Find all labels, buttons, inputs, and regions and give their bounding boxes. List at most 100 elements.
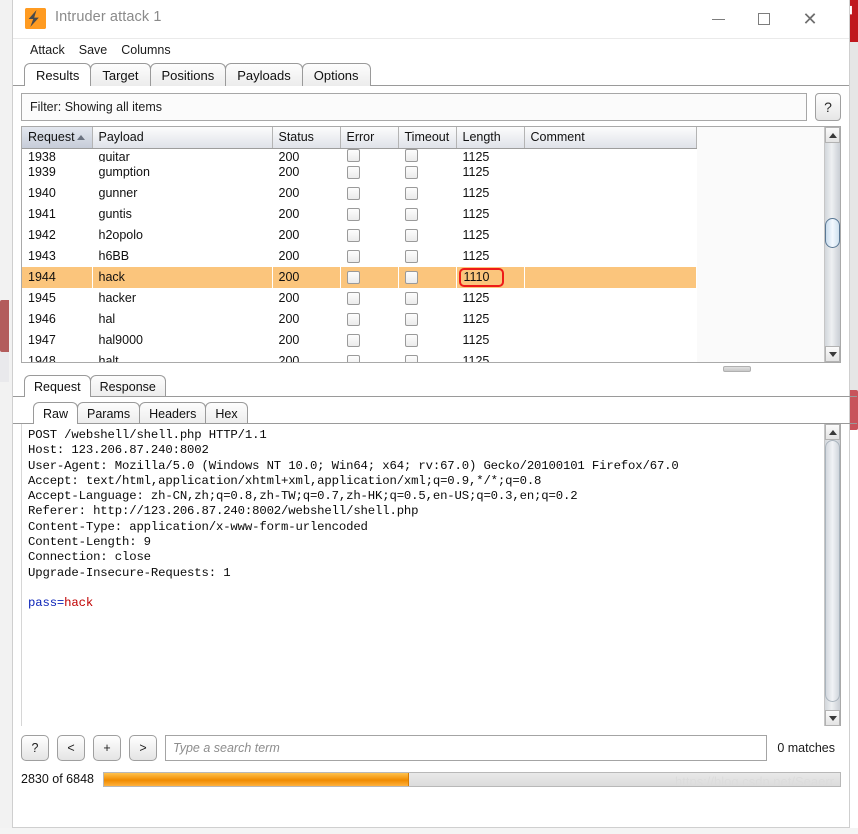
editor-scroll-up-button[interactable] [825, 424, 840, 440]
table-row[interactable]: 1945 hacker 200 1125 [22, 287, 697, 309]
filter-bar[interactable]: Filter: Showing all items [21, 93, 807, 121]
tab-payloads[interactable]: Payloads [225, 63, 303, 86]
maximize-button[interactable] [741, 0, 787, 38]
raw-request-text[interactable]: POST /webshell/shell.php HTTP/1.1 Host: … [22, 428, 823, 612]
table-row[interactable]: 1941 guntis 200 1125 [22, 203, 697, 225]
timeout-checkbox[interactable] [404, 148, 418, 162]
column-header-payload[interactable]: Payload [92, 127, 273, 149]
column-header-length[interactable]: Length [456, 127, 525, 149]
results-table-scrollbar[interactable] [824, 127, 840, 362]
table-row[interactable]: 1948 halt 200 1125 [22, 350, 697, 362]
column-header-comment[interactable]: Comment [524, 127, 697, 149]
cell-error [340, 224, 399, 246]
cell-length: 1125 [456, 161, 525, 183]
cell-comment [524, 148, 697, 162]
cell-length: 1125 [456, 182, 525, 204]
tab-positions[interactable]: Positions [149, 63, 227, 86]
timeout-checkbox[interactable] [404, 355, 418, 362]
error-checkbox[interactable] [346, 229, 360, 243]
table-row[interactable]: 1942 h2opolo 200 1125 [22, 224, 697, 246]
cell-request: 1942 [22, 224, 93, 246]
results-table-container: Request Payload Status Error Timeout Len… [21, 126, 841, 363]
timeout-checkbox[interactable] [404, 271, 418, 285]
error-checkbox[interactable] [346, 292, 360, 306]
tab-options[interactable]: Options [301, 63, 371, 86]
table-row[interactable]: 1940 gunner 200 1125 [22, 182, 697, 204]
tab-response[interactable]: Response [89, 375, 166, 397]
error-checkbox[interactable] [346, 208, 360, 222]
search-add-button[interactable]: + [93, 735, 121, 761]
timeout-checkbox[interactable] [404, 292, 418, 306]
menu-item-attack[interactable]: Attack [23, 41, 72, 59]
cell-timeout [398, 287, 457, 309]
tab-headers[interactable]: Headers [139, 402, 207, 424]
column-header-timeout[interactable]: Timeout [398, 127, 457, 149]
column-header-error[interactable]: Error [340, 127, 399, 149]
scrollbar-track[interactable] [825, 143, 840, 346]
screen: |▮ Intruder attack 1 ✕ [0, 0, 858, 834]
cell-status: 200 [272, 287, 341, 309]
error-checkbox[interactable] [346, 355, 360, 362]
scrollbar-thumb[interactable] [825, 218, 840, 248]
table-row[interactable]: 1939 gumption 200 1125 [22, 161, 697, 183]
timeout-checkbox[interactable] [404, 187, 418, 201]
editor-scrollbar-thumb[interactable] [825, 440, 840, 702]
cell-length: 1125 [456, 287, 525, 309]
scroll-up-button[interactable] [825, 127, 840, 143]
close-button[interactable]: ✕ [787, 0, 833, 38]
search-input[interactable]: Type a search term [165, 735, 768, 761]
table-row[interactable]: 1944 hack 200 1110 [22, 266, 697, 288]
menu-item-columns[interactable]: Columns [114, 41, 177, 59]
cell-timeout [398, 148, 457, 162]
cell-timeout [398, 245, 457, 267]
editor-scroll-down-button[interactable] [825, 710, 840, 726]
cell-payload: gunner [92, 182, 273, 204]
timeout-checkbox[interactable] [404, 208, 418, 222]
table-row[interactable]: 1947 hal9000 200 1125 [22, 329, 697, 351]
search-next-button[interactable]: > [129, 735, 157, 761]
cell-status: 200 [272, 161, 341, 183]
tab-params[interactable]: Params [77, 402, 141, 424]
splitter-grip[interactable] [723, 366, 751, 372]
search-previous-button[interactable]: < [57, 735, 85, 761]
timeout-checkbox[interactable] [404, 313, 418, 327]
timeout-checkbox[interactable] [404, 250, 418, 264]
error-checkbox[interactable] [346, 148, 360, 162]
menu-item-save[interactable]: Save [72, 41, 115, 59]
menu-bar: Attack Save Columns [13, 39, 849, 62]
table-row[interactable]: 1938 guitar 200 1125 [22, 148, 697, 162]
tab-results[interactable]: Results [24, 63, 92, 87]
table-row[interactable]: 1943 h6BB 200 1125 [22, 245, 697, 267]
cell-length: 1125 [456, 148, 525, 162]
cell-payload: hal [92, 308, 273, 330]
editor-scrollbar-track[interactable] [825, 440, 840, 710]
error-checkbox[interactable] [346, 187, 360, 201]
tab-raw[interactable]: Raw [33, 402, 79, 425]
tab-hex[interactable]: Hex [205, 402, 248, 424]
search-help-button[interactable]: ? [21, 735, 49, 761]
results-table-body: 1938 guitar 200 1125 1939 gumption 200 1125 1940… [22, 148, 697, 362]
cell-status: 200 [272, 266, 341, 288]
error-checkbox[interactable] [346, 250, 360, 264]
scroll-down-button[interactable] [825, 346, 840, 362]
cell-payload: h6BB [92, 245, 273, 267]
table-row[interactable]: 1946 hal 200 1125 [22, 308, 697, 330]
column-header-status[interactable]: Status [272, 127, 341, 149]
minimize-button[interactable] [695, 0, 741, 38]
error-checkbox[interactable] [346, 313, 360, 327]
timeout-checkbox[interactable] [404, 229, 418, 243]
column-header-request[interactable]: Request [22, 127, 93, 149]
request-editor-scrollbar[interactable] [824, 424, 840, 726]
error-checkbox[interactable] [346, 271, 360, 285]
filter-help-button[interactable]: ? [815, 93, 841, 121]
error-checkbox[interactable] [346, 166, 360, 180]
tab-request[interactable]: Request [24, 375, 91, 398]
cell-status: 200 [272, 308, 341, 330]
cell-length: 1125 [456, 224, 525, 246]
timeout-checkbox[interactable] [404, 166, 418, 180]
panel-splitter[interactable] [21, 363, 841, 373]
timeout-checkbox[interactable] [404, 334, 418, 348]
tab-target[interactable]: Target [90, 63, 151, 86]
error-checkbox[interactable] [346, 334, 360, 348]
main-tab-bar: Results Target Positions Payloads Option… [13, 62, 849, 87]
